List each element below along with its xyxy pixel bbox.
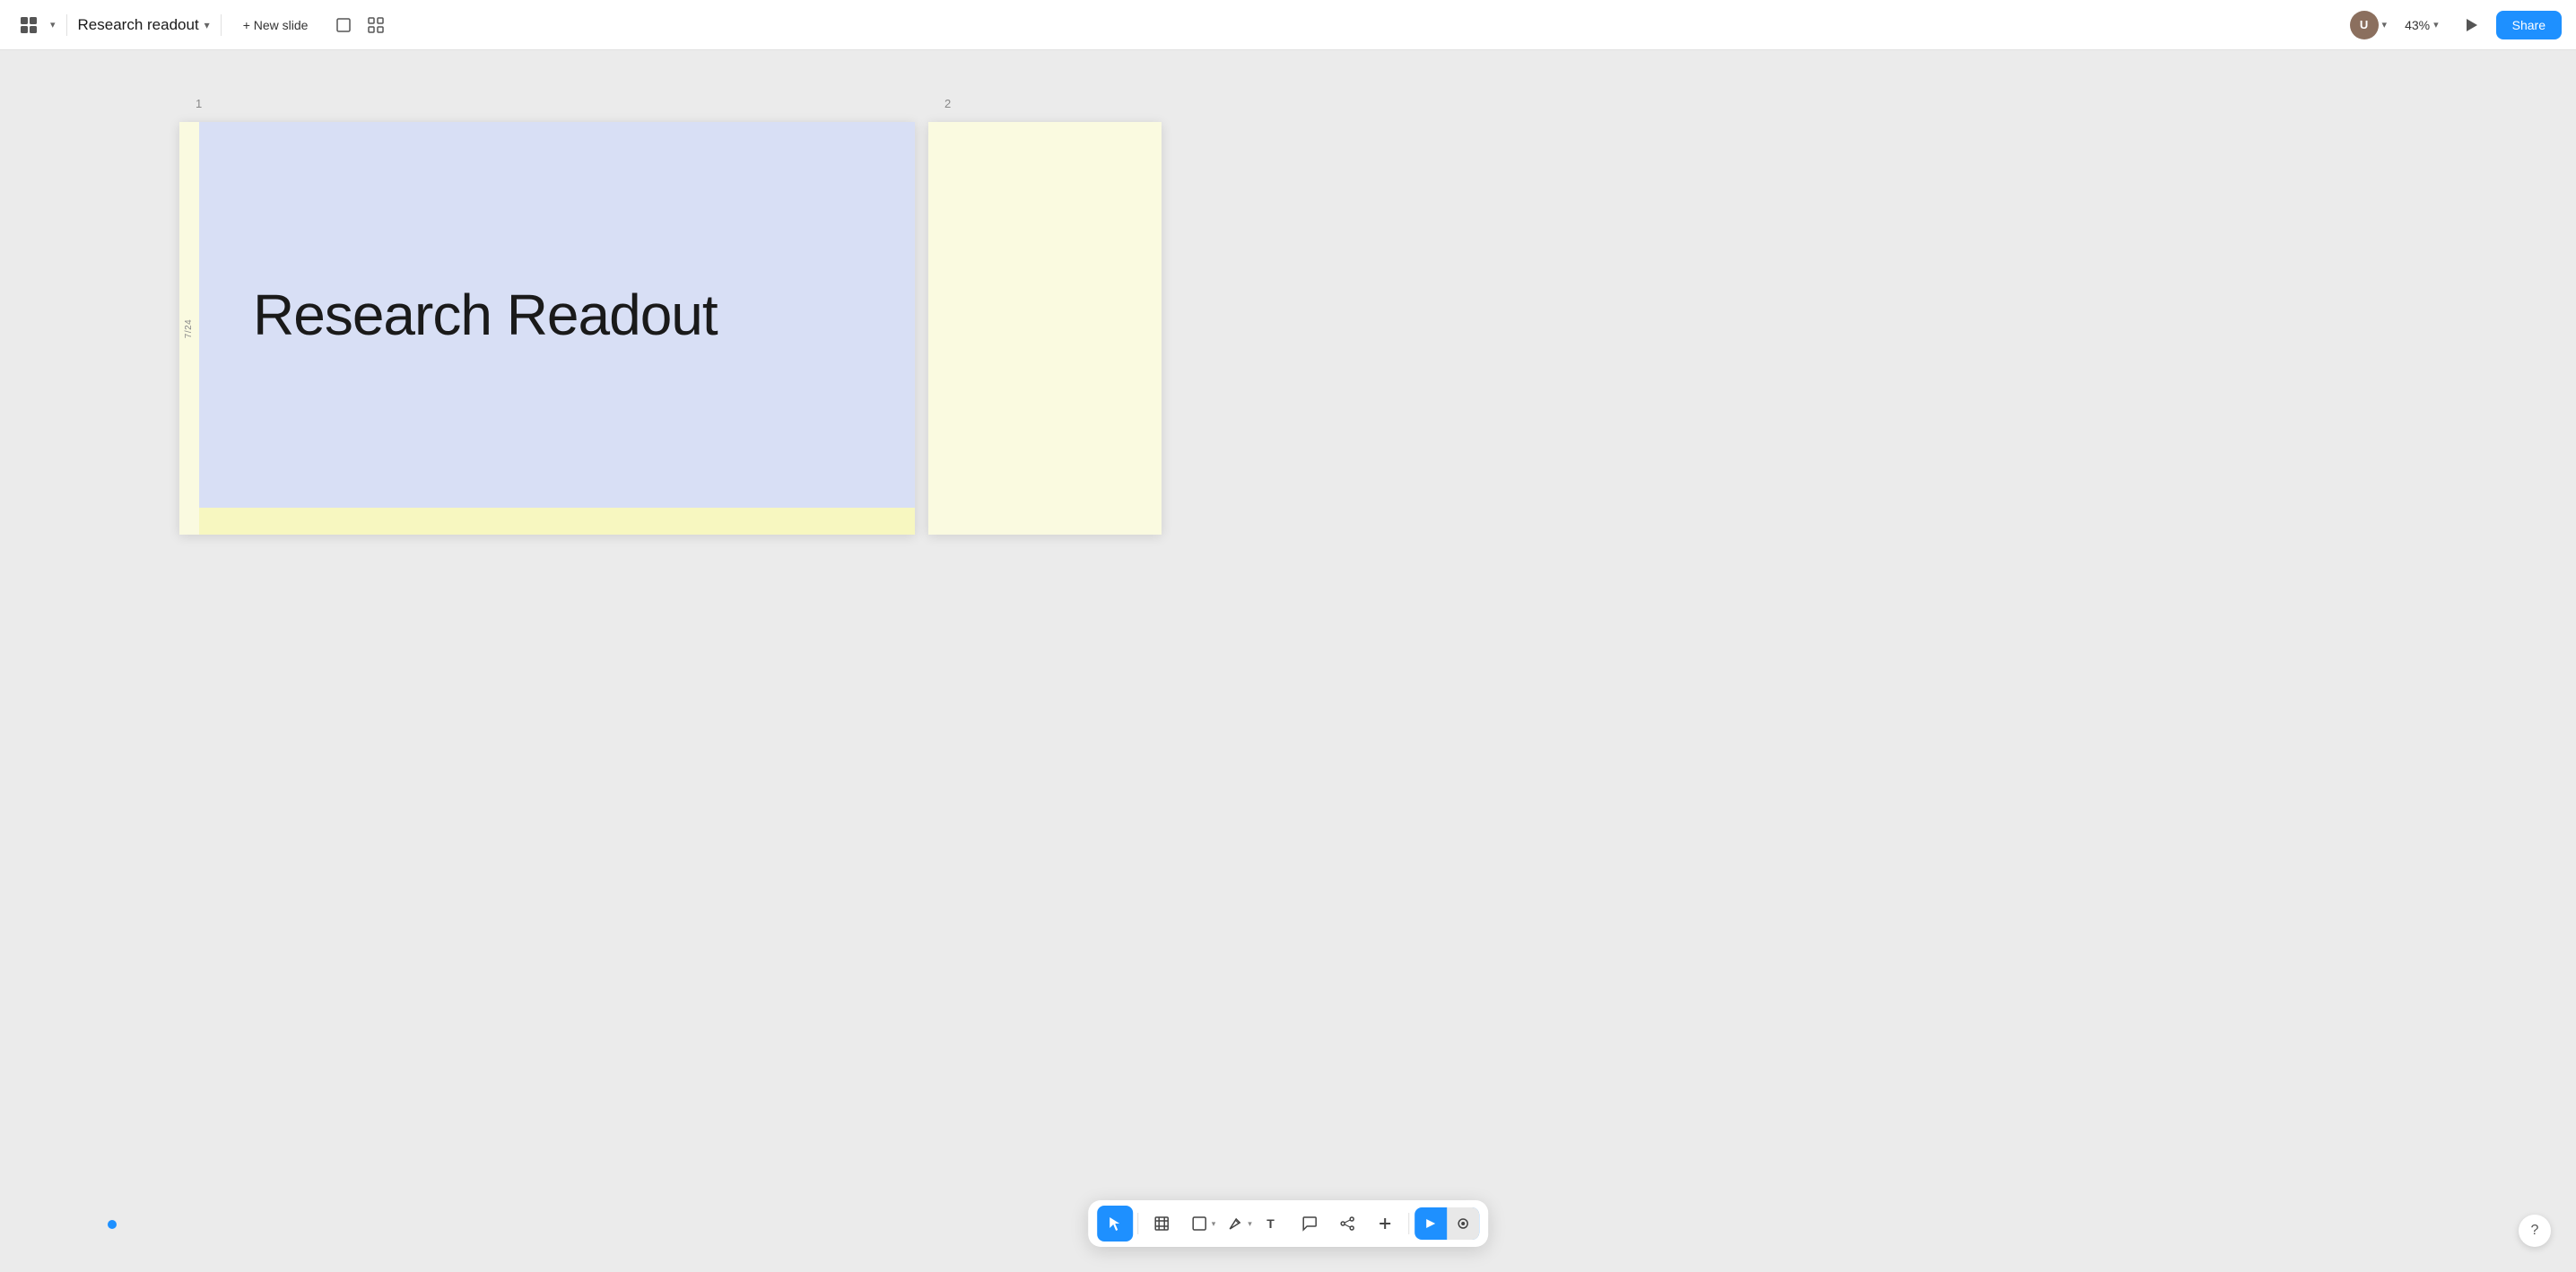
- zoom-value: 43%: [2405, 18, 2430, 32]
- slide-1-number: 1: [196, 97, 202, 110]
- chat-tool-button[interactable]: [1292, 1206, 1327, 1242]
- grid-view-button[interactable]: [361, 11, 390, 39]
- pen-tool-group: ▾: [1217, 1206, 1252, 1242]
- toggle-group: [1414, 1207, 1479, 1240]
- text-tool-button[interactable]: T: [1254, 1206, 1290, 1242]
- slide-2-left-strip: [928, 122, 948, 535]
- topbar-right: U ▾ 43% ▾ Share: [2350, 11, 2562, 39]
- slide-1-bottom-strip: [199, 508, 915, 535]
- single-view-button[interactable]: [329, 11, 358, 39]
- view-buttons: [329, 11, 390, 39]
- shape-tool-group: ▾: [1181, 1206, 1216, 1242]
- grid-tool-button[interactable]: [1144, 1206, 1179, 1242]
- share-button[interactable]: Share: [2496, 11, 2562, 39]
- presentation-title: Research readout: [78, 16, 199, 34]
- slide-2[interactable]: [928, 122, 1162, 535]
- canvas-area: 1 7/24 Research Readout 2: [0, 50, 2576, 1272]
- pen-tool-button[interactable]: [1217, 1206, 1253, 1242]
- app-icon[interactable]: [14, 11, 43, 39]
- title-area[interactable]: Research readout ▾: [78, 16, 210, 34]
- select-tool-button[interactable]: [1097, 1206, 1133, 1242]
- topbar-divider-2: [221, 14, 222, 36]
- slide-1-container: 1 7/24 Research Readout: [179, 122, 915, 535]
- app-icon-chevron[interactable]: ▾: [50, 19, 56, 30]
- new-slide-button[interactable]: + New slide: [232, 13, 319, 38]
- avatar-chevron: ▾: [2382, 19, 2388, 30]
- play-button[interactable]: [2457, 11, 2485, 39]
- slide-1-title: Research Readout: [253, 283, 718, 346]
- select-tool-group: ▾: [1097, 1206, 1132, 1242]
- svg-text:T: T: [1266, 1216, 1275, 1231]
- help-button[interactable]: ?: [2519, 1215, 2551, 1247]
- slide-2-container: 2: [928, 122, 1162, 535]
- title-chevron: ▾: [205, 19, 210, 31]
- topbar-divider: [66, 14, 67, 36]
- zoom-chevron: ▾: [2433, 19, 2439, 30]
- toolbar-divider-1: [1137, 1213, 1138, 1234]
- add-tool-button[interactable]: [1367, 1206, 1403, 1242]
- avatar: U: [2350, 11, 2379, 39]
- topbar: ▾ Research readout ▾ + New slide: [0, 0, 2576, 50]
- slide-2-number: 2: [944, 97, 951, 110]
- topbar-left: ▾ Research readout ▾ + New slide: [14, 11, 390, 39]
- nodes-tool-button[interactable]: [1329, 1206, 1365, 1242]
- zoom-control[interactable]: 43% ▾: [2398, 14, 2446, 36]
- toggle-right-button[interactable]: [1447, 1207, 1479, 1240]
- slide-2-main: [948, 122, 1162, 535]
- avatar-area[interactable]: U ▾: [2350, 11, 2388, 39]
- shape-tool-button[interactable]: [1181, 1206, 1217, 1242]
- dot-indicator: [108, 1220, 117, 1229]
- slide-1-content: Research Readout: [199, 122, 915, 508]
- toggle-left-button[interactable]: [1414, 1207, 1447, 1240]
- toolbar-divider-2: [1408, 1213, 1409, 1234]
- slide-1-main: Research Readout: [199, 122, 915, 535]
- bottom-toolbar: ▾ ▾ ▾ T: [1088, 1200, 1488, 1247]
- slide-1-left-strip: 7/24: [179, 122, 199, 535]
- slide-1[interactable]: 7/24 Research Readout: [179, 122, 915, 535]
- slide-1-label: 7/24: [185, 318, 195, 337]
